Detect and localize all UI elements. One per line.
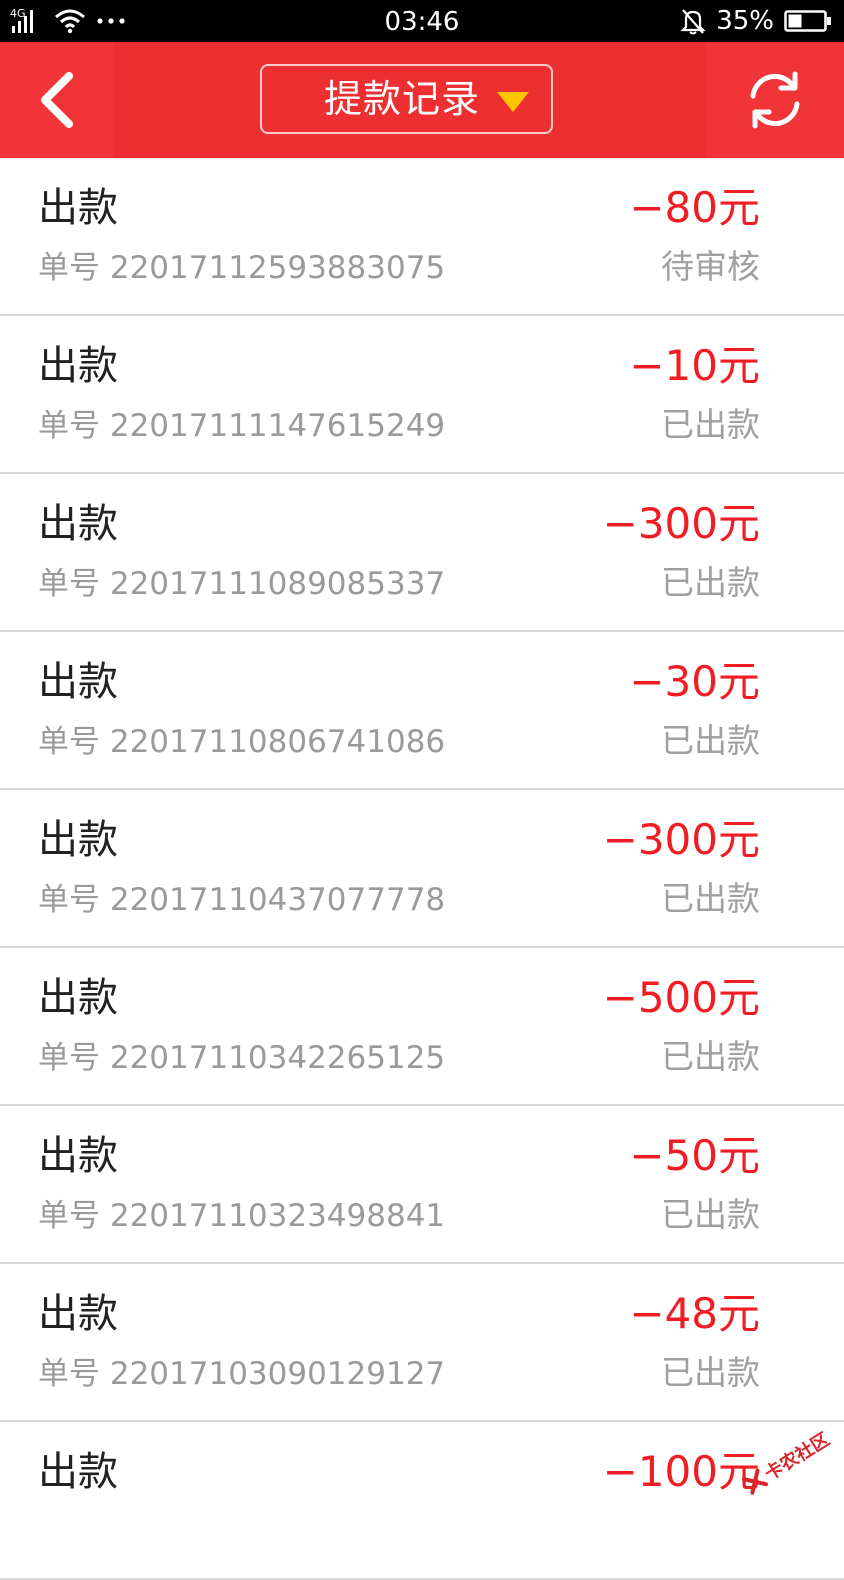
withdrawal-record-list: 出款 单号 22017112593883075 −80元 待审核 出款 单号 2… [0,158,844,1580]
record-type: 出款 [38,1133,118,1179]
record-status: 已出款 [661,879,760,918]
refresh-icon [750,71,800,129]
order-number: 单号 22017103090129127 [38,1356,446,1392]
list-item[interactable]: 出款 单号 22017103090129127 −48元 已出款 [0,1264,844,1422]
bell-muted-icon [680,9,706,35]
chevron-left-icon [41,72,73,128]
record-status: 已出款 [661,1195,760,1234]
record-type: 出款 [38,185,118,231]
list-item[interactable]: 出款 单号 22017111147615249 −10元 已出款 [0,316,844,474]
order-number: 单号 22017112593883075 [38,250,446,286]
record-status: 已出款 [661,721,760,760]
record-amount: −300元 [602,499,760,548]
record-type: 出款 [38,817,118,863]
order-number: 单号 22017110437077778 [38,882,446,918]
app-header: 提款记录 [0,42,844,158]
record-amount: −48元 [629,1289,760,1338]
record-type: 出款 [38,501,118,547]
order-number: 单号 22017110806741086 [38,724,446,760]
record-type: 出款 [38,1449,118,1495]
order-number: 单号 22017110323498841 [38,1198,446,1234]
order-number: 单号 22017110342265125 [38,1040,446,1076]
list-item[interactable]: 出款 单号 22017111089085337 −300元 已出款 [0,474,844,632]
record-type: 出款 [38,659,118,705]
page-title: 提款记录 [324,77,481,121]
record-status: 已出款 [661,563,760,602]
list-item[interactable]: 出款 单号 22017110806741086 −30元 已出款 [0,632,844,790]
record-amount: −30元 [629,657,760,706]
record-type-dropdown[interactable]: 提款记录 [260,64,553,134]
list-item[interactable]: 出款 单号 22017110437077778 −300元 已出款 [0,790,844,948]
record-status: 已出款 [661,405,760,444]
order-number: 单号 22017111089085337 [38,566,446,602]
list-item[interactable]: 出款 单号 22017110342265125 −500元 已出款 [0,948,844,1106]
status-right: 35% [680,0,832,42]
refresh-button[interactable] [706,42,844,158]
record-amount: −300元 [602,815,760,864]
status-bar: 4G 03:46 35% [0,0,844,42]
record-type: 出款 [38,975,118,1021]
record-amount: −500元 [602,973,760,1022]
record-amount: −10元 [629,341,760,390]
record-amount: −80元 [629,183,760,232]
caret-down-icon [497,92,529,112]
battery-percentage: 35% [716,6,774,36]
record-status: 待审核 [661,247,760,286]
battery-icon [784,10,831,32]
back-button[interactable] [0,42,114,158]
order-number: 单号 22017111147615249 [38,408,446,444]
list-item[interactable]: 出款 单号 22017110323498841 −50元 已出款 [0,1106,844,1264]
watermark-text: 卡农社区 [761,1428,834,1485]
list-item[interactable]: 出款 −100元 [0,1422,844,1580]
record-type: 出款 [38,343,118,389]
list-item[interactable]: 出款 单号 22017112593883075 −80元 待审核 [0,158,844,316]
record-status: 已出款 [661,1353,760,1392]
record-type: 出款 [38,1291,118,1337]
record-amount: −50元 [629,1131,760,1180]
record-status: 已出款 [661,1037,760,1076]
